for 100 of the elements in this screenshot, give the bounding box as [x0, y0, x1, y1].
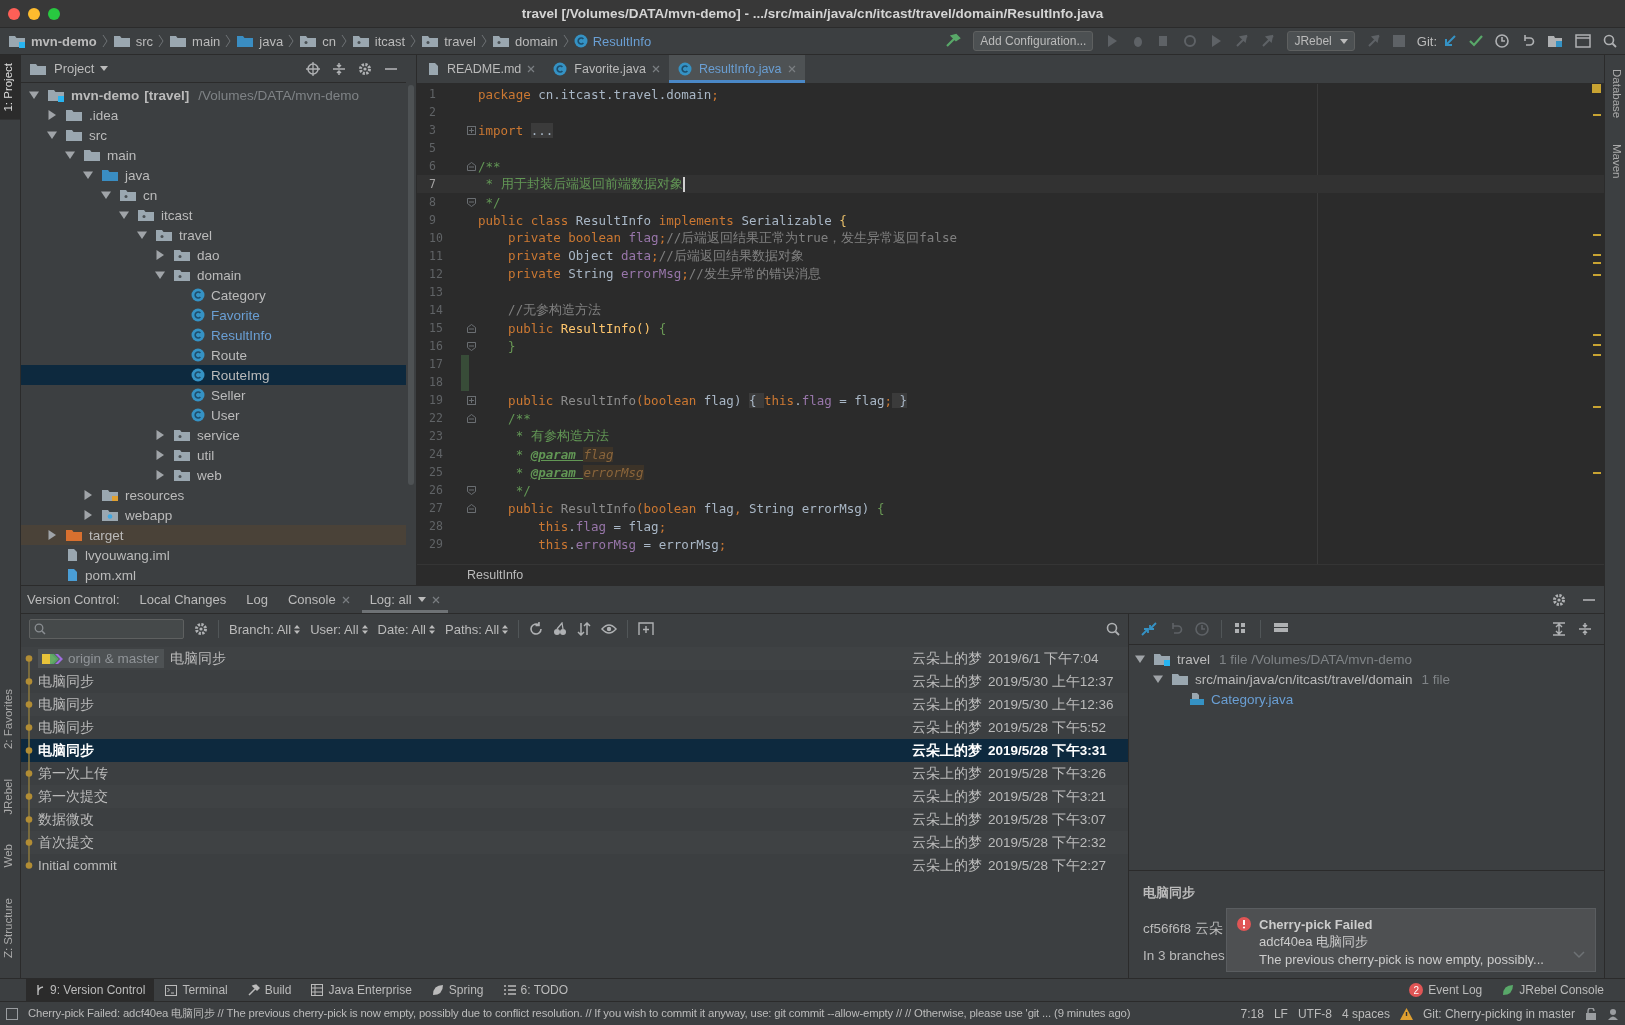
tool-window-tab[interactable]: Database	[1605, 65, 1625, 123]
expand-arrow-icon[interactable]	[119, 210, 129, 220]
expand-arrow-icon[interactable]	[83, 510, 93, 520]
collapse-all-icon[interactable]	[1578, 622, 1592, 636]
editor-tab[interactable]: ResultInfo.java	[668, 55, 805, 83]
tree-item[interactable]: resources	[21, 485, 406, 505]
filter-dropdown[interactable]: Paths: All	[445, 621, 509, 637]
caret-position[interactable]: 7:18	[1240, 1006, 1264, 1021]
breadcrumb-item[interactable]: cn	[299, 33, 336, 49]
close-icon[interactable]	[527, 65, 536, 73]
expand-arrow-icon[interactable]	[155, 250, 165, 260]
expand-arrow-icon[interactable]	[29, 90, 39, 100]
fold-end-icon[interactable]	[467, 341, 476, 351]
fold-start-icon[interactable]	[467, 323, 476, 333]
cherry-icon[interactable]	[553, 622, 568, 636]
filter-dropdown[interactable]: Branch: All	[229, 621, 301, 637]
panel-tab[interactable]: Local Changes	[131, 586, 235, 613]
indent-setting[interactable]: 4 spaces	[1341, 1006, 1390, 1021]
tree-item[interactable]: itcast	[21, 205, 406, 225]
search-icon[interactable]	[1106, 622, 1120, 636]
tree-item[interactable]: Category	[21, 285, 406, 305]
expand-all-icon[interactable]	[1552, 622, 1566, 636]
panel-tab[interactable]: Log: all	[361, 586, 448, 613]
tree-item[interactable]: service	[21, 425, 406, 445]
settings-icon[interactable]	[1552, 592, 1566, 607]
tool-window-tab[interactable]: Z: Structure	[0, 889, 20, 966]
expand-arrow-icon[interactable]	[155, 270, 165, 280]
expand-arrow-icon[interactable]	[47, 110, 57, 120]
tool-window-tab[interactable]: JRebel Console	[1493, 979, 1613, 1001]
change-tree-item[interactable]: Category.java	[1129, 689, 1604, 709]
tree-item[interactable]: domain	[21, 265, 406, 285]
tree-item[interactable]: cn	[21, 185, 406, 205]
tool-window-tab[interactable]: 9: Version Control	[26, 979, 155, 1001]
fold-expand-icon[interactable]	[467, 125, 476, 135]
breadcrumb-item[interactable]: ResultInfo	[467, 568, 524, 582]
tree-item[interactable]: java	[21, 165, 406, 185]
fold-start-icon[interactable]	[467, 413, 476, 423]
editor-tab[interactable]: README.md	[417, 55, 545, 83]
tool-window-tab[interactable]: 2: Favorites	[0, 680, 20, 757]
expand-arrow-icon[interactable]	[101, 190, 111, 200]
change-tree-item[interactable]: travel 1 file /Volumes/DATA/mvn-demo	[1129, 649, 1604, 669]
tree-item[interactable]: .idea	[21, 105, 406, 125]
project-view-dropdown[interactable]: Project	[29, 61, 109, 76]
tree-item[interactable]: travel	[21, 225, 406, 245]
line-separator[interactable]: LF	[1273, 1006, 1288, 1021]
file-encoding[interactable]: UTF-8	[1297, 1006, 1332, 1021]
update-arrow-icon[interactable]	[1443, 34, 1457, 48]
settings-icon[interactable]	[358, 61, 372, 76]
expand-arrow-icon[interactable]	[83, 170, 93, 180]
undo-icon[interactable]	[1521, 34, 1535, 48]
tree-item[interactable]: lvyouwang.iml	[21, 545, 406, 565]
breadcrumb-item[interactable]: domain	[492, 33, 558, 49]
commit-row[interactable]: 电脑同步 云朵上的梦 2019/5/28 下午3:31	[21, 739, 1128, 762]
breadcrumb-item[interactable]: src	[112, 33, 154, 49]
tool-window-tab[interactable]: JRebel	[0, 770, 20, 823]
tool-window-tab[interactable]: 2 Event Log	[1400, 979, 1492, 1001]
expand-arrow-icon[interactable]	[83, 490, 93, 500]
tool-window-tab[interactable]: Maven	[1605, 140, 1625, 183]
tree-item[interactable]: util	[21, 445, 406, 465]
tree-item[interactable]: target	[21, 525, 406, 545]
expand-arrow-icon[interactable]	[65, 150, 75, 160]
clock-icon[interactable]	[1495, 34, 1509, 48]
tree-item[interactable]: Route	[21, 345, 406, 365]
tree-item[interactable]: ResultInfo	[21, 325, 406, 345]
settings-icon[interactable]	[194, 622, 208, 636]
tree-item[interactable]: mvn-demo [travel] /Volumes/DATA/mvn-demo	[21, 85, 406, 105]
tree-item[interactable]: User	[21, 405, 406, 425]
refresh-icon[interactable]	[529, 622, 544, 636]
tool-window-tab[interactable]: Build	[238, 979, 301, 1001]
search-icon[interactable]	[1603, 34, 1617, 48]
filter-dropdown[interactable]: Date: All	[377, 621, 435, 637]
tool-window-tab[interactable]: Web	[0, 836, 20, 876]
minimize-window-icon[interactable]	[28, 8, 40, 20]
tree-item[interactable]: src	[21, 125, 406, 145]
hammer-icon[interactable]	[945, 33, 962, 49]
group-by-icon[interactable]	[1234, 622, 1248, 636]
breadcrumb-item[interactable]: mvn-demo	[8, 33, 97, 49]
expand-arrow-icon[interactable]	[137, 230, 147, 240]
collapse-all-icon[interactable]	[332, 61, 346, 76]
tool-window-tab[interactable]: Java Enterprise	[302, 979, 421, 1001]
tree-item[interactable]: RouteImg	[21, 365, 406, 385]
lock-icon[interactable]	[1585, 1007, 1597, 1020]
fold-expand-icon[interactable]	[467, 395, 476, 405]
panel-tab[interactable]: Log	[238, 586, 276, 613]
project-structure-icon[interactable]	[1547, 34, 1563, 48]
change-tree-item[interactable]: src/main/java/cn/itcast/travel/domain 1 file	[1129, 669, 1604, 689]
close-icon[interactable]	[651, 65, 660, 73]
tree-item[interactable]: Favorite	[21, 305, 406, 325]
tool-window-tab[interactable]: Terminal	[156, 979, 237, 1001]
tool-window-tab[interactable]: Spring	[422, 979, 493, 1001]
tree-item[interactable]: main	[21, 145, 406, 165]
tool-window-tab[interactable]: 1: Project	[0, 55, 20, 120]
eye-icon[interactable]	[601, 622, 618, 636]
expand-arrow-icon[interactable]	[47, 530, 57, 540]
tool-window-tab[interactable]: 6: TODO	[494, 979, 578, 1001]
breadcrumb-item[interactable]: java	[236, 33, 284, 49]
git-branch-status[interactable]: Git: Cherry-picking in master	[1422, 1006, 1575, 1021]
breadcrumb-item[interactable]: main	[169, 33, 221, 49]
collapse-arrows-icon[interactable]	[1141, 622, 1157, 636]
sort-icon[interactable]	[577, 622, 592, 636]
